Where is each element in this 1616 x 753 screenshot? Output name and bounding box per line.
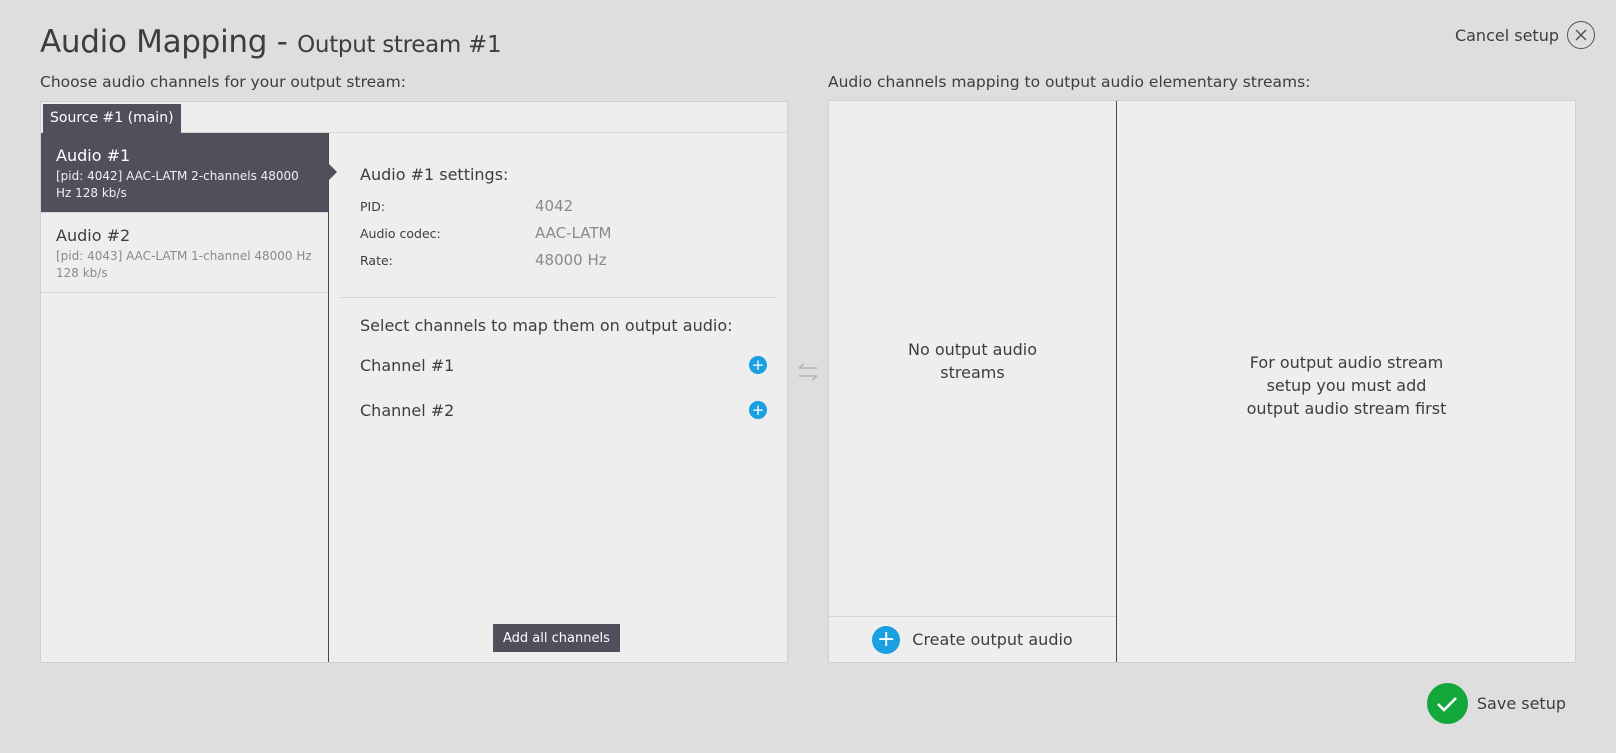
audio-item-desc: [pid: 4042] AAC-LATM 2-channels 48000 Hz… [56, 169, 299, 200]
audio-settings: Audio #1 settings: PID: 4042 Audio codec:… [330, 133, 787, 662]
channel-label: Channel #2 [360, 400, 455, 420]
plus-circle-icon: + [872, 625, 901, 654]
output-mapping-panel: No output audio streams + Create output … [828, 100, 1576, 663]
select-channels-title: Select channels to map them on output au… [360, 316, 733, 335]
setting-pid: PID: 4042 [360, 197, 573, 215]
save-setup-button[interactable]: Save setup [1426, 683, 1566, 724]
setting-value: 48000 Hz [535, 251, 607, 269]
right-section-label: Audio channels mapping to output audio e… [828, 73, 1311, 91]
page-title-main: Audio Mapping - [40, 24, 298, 60]
tab-source-1[interactable]: Source #1 (main) [43, 104, 181, 133]
setting-codec: Audio codec: AAC-LATM [360, 224, 611, 242]
setting-value: 4042 [535, 197, 574, 215]
source-tab-strip: Source #1 (main) [41, 102, 787, 133]
audio-track-list: Audio #1 [pid: 4042] AAC-LATM 2-channels… [41, 133, 337, 662]
add-channel-1-icon[interactable]: + [749, 356, 767, 374]
setting-key: Rate: [360, 253, 393, 268]
output-setup-info: For output audio stream setup you must a… [1246, 353, 1447, 418]
create-output-audio-button[interactable]: + Create output audio [829, 616, 1116, 662]
audio-item-desc: [pid: 4043] AAC-LATM 1-channel 48000 Hz … [56, 249, 312, 280]
create-output-audio-label: Create output audio [912, 630, 1073, 649]
settings-title: Audio #1 settings: [360, 165, 509, 184]
channel-row-2: Channel #2 + [360, 398, 767, 422]
page-subtitle: Output stream #1 [297, 32, 502, 58]
settings-divider [340, 297, 777, 298]
cancel-setup-label: Cancel setup [1454, 25, 1559, 45]
page-title: Audio Mapping - Output stream #1 [40, 24, 502, 60]
left-section-label: Choose audio channels for your output st… [40, 73, 406, 91]
audio-item-name: Audio #1 [56, 146, 131, 165]
audio-item-name: Audio #2 [56, 226, 131, 245]
add-all-channels-button[interactable]: Add all channels [493, 624, 620, 652]
output-streams-column: No output audio streams + Create output … [829, 101, 1117, 662]
setting-rate: Rate: 48000 Hz [360, 251, 607, 269]
swap-arrows-icon [796, 362, 820, 388]
setting-key: Audio codec: [360, 226, 441, 241]
add-channel-2-icon[interactable]: + [749, 401, 767, 419]
setting-value: AAC-LATM [535, 224, 612, 242]
audio-item-2[interactable]: Audio #2 [pid: 4043] AAC-LATM 1-channel … [41, 213, 328, 293]
save-setup-label: Save setup [1476, 694, 1566, 713]
channel-label: Channel #1 [360, 355, 455, 375]
close-icon[interactable] [1567, 21, 1595, 49]
no-output-streams-message: No output audio streams [907, 340, 1038, 382]
check-circle-icon [1426, 683, 1468, 724]
setting-key: PID: [360, 199, 386, 214]
audio-item-1[interactable]: Audio #1 [pid: 4042] AAC-LATM 2-channels… [41, 133, 337, 213]
cancel-setup-button[interactable]: Cancel setup [1455, 21, 1595, 49]
audio-source-panel: Source #1 (main) Audio #1 [pid: 4042] AA… [40, 101, 788, 663]
channel-row-1: Channel #1 + [360, 353, 767, 377]
